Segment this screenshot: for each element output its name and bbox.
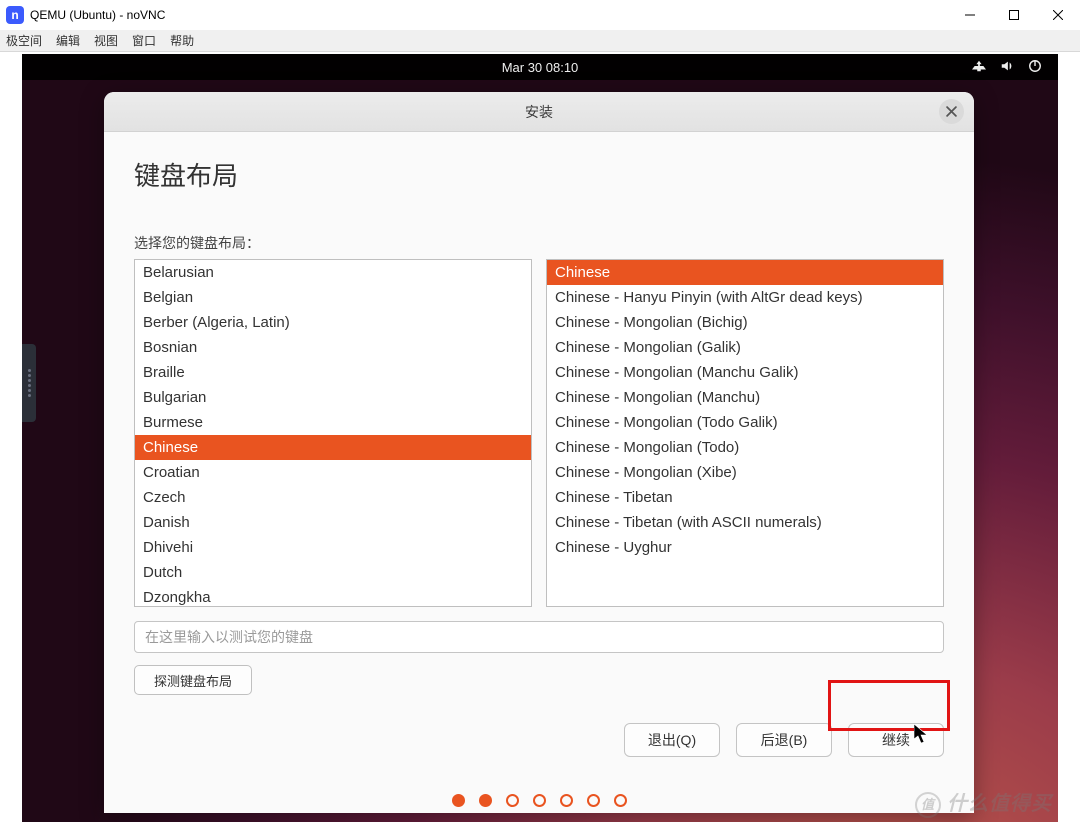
power-icon[interactable] [1028,59,1042,76]
pager-dot [452,794,465,807]
vnc-control-handle[interactable] [22,344,36,422]
list-item[interactable]: Chinese - Tibetan [547,485,943,510]
installer-titlebar: 安装 [104,92,974,132]
pager-dot [614,794,627,807]
pager-dot [479,794,492,807]
pager-dot [587,794,600,807]
list-item[interactable]: Berber (Algeria, Latin) [135,310,531,335]
detect-layout-button[interactable]: 探测键盘布局 [134,665,252,695]
window-title: QEMU (Ubuntu) - noVNC [30,8,948,22]
list-item[interactable]: Bosnian [135,335,531,360]
pager-dot [560,794,573,807]
list-item[interactable]: Chinese - Tibetan (with ASCII numerals) [547,510,943,535]
pager-dots [104,794,974,807]
page-subheading: 选择您的键盘布局： [134,233,944,253]
installer-close-button[interactable] [939,99,964,124]
windows-titlebar: n QEMU (Ubuntu) - noVNC [0,0,1080,30]
menu-item[interactable]: 窗口 [132,32,156,49]
list-item[interactable]: Belgian [135,285,531,310]
list-item[interactable]: Chinese - Mongolian (Todo Galik) [547,410,943,435]
list-item[interactable]: Braille [135,360,531,385]
list-item[interactable]: Chinese - Mongolian (Manchu Galik) [547,360,943,385]
gnome-topbar: Mar 30 08:10 [22,54,1058,80]
installer-body: 键盘布局 选择您的键盘布局： BelarusianBelgianBerber (… [104,132,974,813]
network-icon[interactable] [972,59,986,76]
vnc-area: Mar 30 08:10 安装 [0,52,1080,822]
menu-item[interactable]: 帮助 [170,32,194,49]
nav-buttons: 退出(Q) 后退(B) 继续 [134,723,944,757]
pager-dot [506,794,519,807]
app-icon: n [6,6,24,24]
menu-item[interactable]: 极空间 [6,32,42,49]
list-item[interactable]: Czech [135,485,531,510]
menu-item[interactable]: 编辑 [56,32,80,49]
keyboard-test-input[interactable] [134,621,944,653]
list-item[interactable]: Chinese - Uyghur [547,535,943,560]
list-item[interactable]: Chinese [547,260,943,285]
back-button[interactable]: 后退(B) [736,723,832,757]
list-item[interactable]: Chinese [135,435,531,460]
installer-title: 安装 [525,102,553,122]
clock[interactable]: Mar 30 08:10 [22,60,1058,75]
minimize-button[interactable] [948,0,992,30]
list-item[interactable]: Belarusian [135,260,531,285]
installer-window: 安装 键盘布局 选择您的键盘布局： BelarusianBelgianBerbe… [104,92,974,813]
volume-icon[interactable] [1000,59,1014,76]
pager-dot [533,794,546,807]
vnc-menubar: 极空间 编辑 视图 窗口 帮助 [0,30,1080,52]
list-item[interactable]: Chinese - Mongolian (Bichig) [547,310,943,335]
list-item[interactable]: Chinese - Mongolian (Galik) [547,335,943,360]
list-item[interactable]: Dutch [135,560,531,585]
list-item[interactable]: Croatian [135,460,531,485]
list-item[interactable]: Bulgarian [135,385,531,410]
menu-item[interactable]: 视图 [94,32,118,49]
list-item[interactable]: Dhivehi [135,535,531,560]
list-item[interactable]: Chinese - Mongolian (Todo) [547,435,943,460]
page-heading: 键盘布局 [134,156,944,193]
list-item[interactable]: Chinese - Mongolian (Xibe) [547,460,943,485]
layout-language-list[interactable]: BelarusianBelgianBerber (Algeria, Latin)… [134,259,532,607]
quit-button[interactable]: 退出(Q) [624,723,720,757]
layout-variant-list[interactable]: ChineseChinese - Hanyu Pinyin (with AltG… [546,259,944,607]
list-item[interactable]: Chinese - Hanyu Pinyin (with AltGr dead … [547,285,943,310]
close-button[interactable] [1036,0,1080,30]
ubuntu-desktop: Mar 30 08:10 安装 [22,54,1058,822]
list-item[interactable]: Burmese [135,410,531,435]
list-item[interactable]: Chinese - Mongolian (Manchu) [547,385,943,410]
list-item[interactable]: Dzongkha [135,585,531,607]
continue-button[interactable]: 继续 [848,723,944,757]
maximize-button[interactable] [992,0,1036,30]
list-item[interactable]: Danish [135,510,531,535]
